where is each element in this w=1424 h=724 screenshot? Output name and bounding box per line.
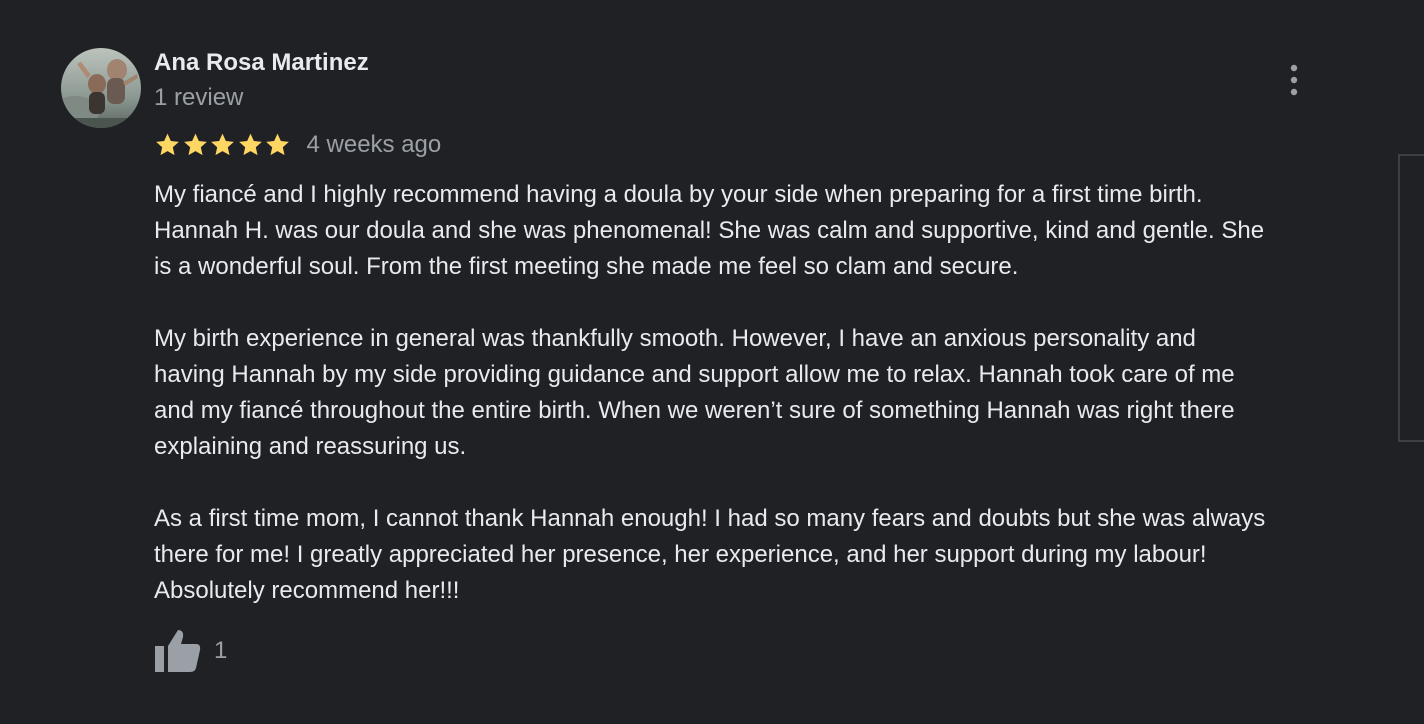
thumb-up-icon	[155, 630, 201, 672]
like-button[interactable]	[154, 628, 202, 674]
like-count: 1	[214, 637, 228, 664]
review-text: My fiancé and I highly recommend having …	[154, 177, 1374, 609]
star-icon	[183, 133, 207, 156]
star-icon	[211, 133, 234, 156]
review-paragraph: As a first time mom, I cannot thank Hann…	[154, 505, 1266, 604]
more-vert-icon	[1290, 64, 1298, 96]
star-rating	[154, 132, 292, 158]
more-options-button[interactable]	[1278, 60, 1310, 100]
rating-row: 4 weeks ago	[154, 128, 441, 162]
avatar-photo	[61, 48, 141, 128]
author-review-count: 1 review	[154, 84, 244, 111]
review-paragraph: My fiancé and I highly recommend having …	[154, 181, 1265, 280]
review-paragraph: My birth experience in general was thank…	[154, 325, 1235, 460]
scrollbar[interactable]	[1398, 154, 1424, 442]
star-icon	[156, 133, 179, 156]
author-name[interactable]: Ana Rosa Martinez	[154, 47, 369, 79]
helpful-row: 1	[154, 628, 227, 674]
author-avatar[interactable]	[61, 48, 141, 128]
review-date: 4 weeks ago	[306, 131, 442, 158]
star-icon	[266, 133, 289, 156]
review-card: Ana Rosa Martinez 1 review 4 weeks ago M…	[0, 0, 1424, 724]
star-icon	[238, 133, 262, 156]
